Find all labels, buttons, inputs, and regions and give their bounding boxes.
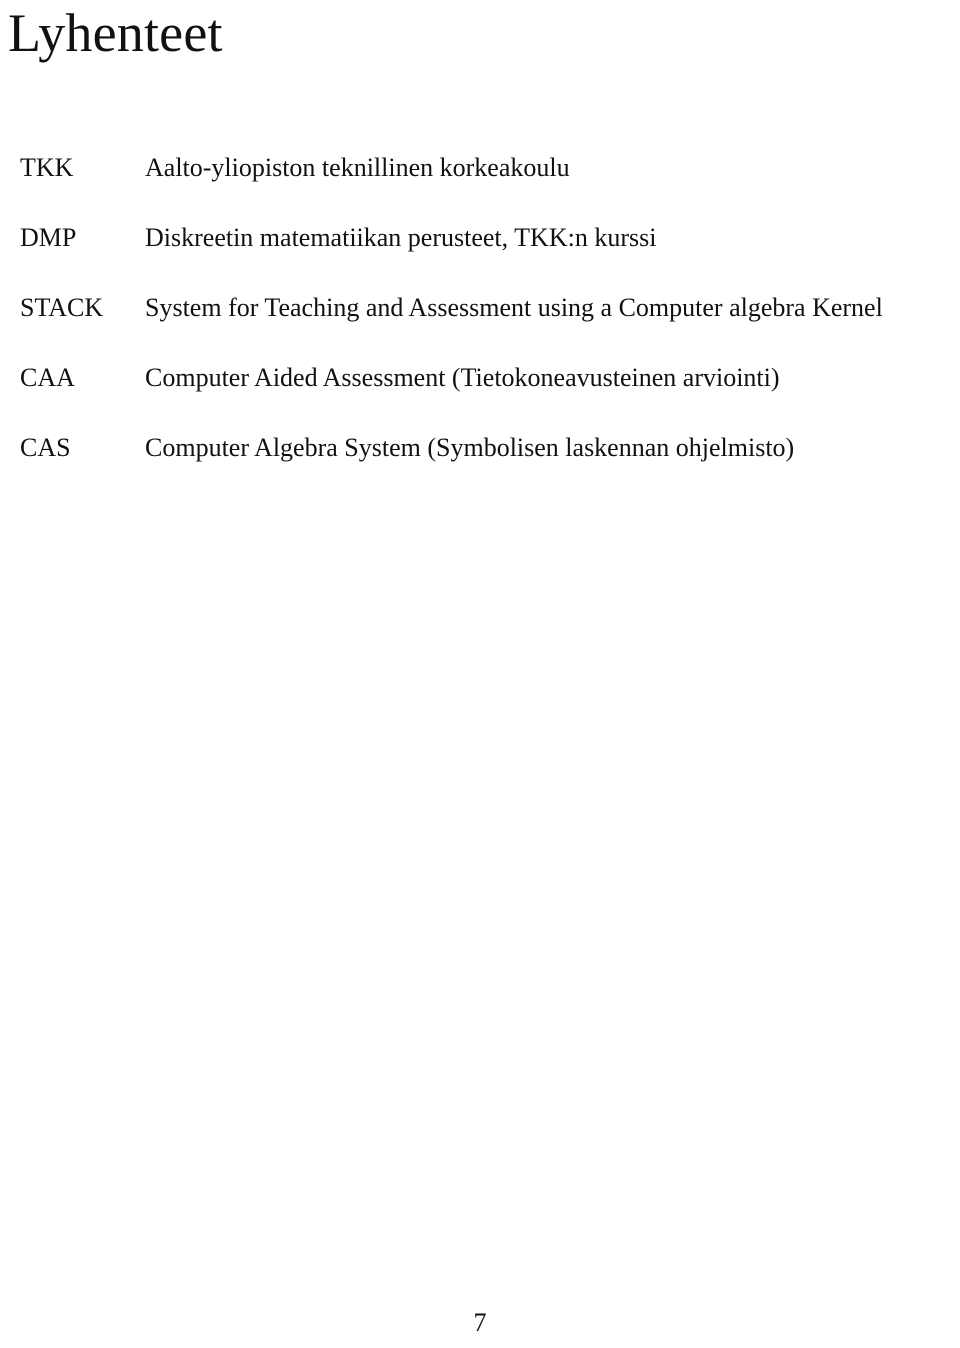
abbreviation-term: DMP (20, 223, 77, 252)
abbreviations-list: TKK Aalto-yliopiston teknillinen korkeak… (20, 150, 940, 500)
abbreviation-definition: System for Teaching and Assessment using… (145, 293, 883, 322)
abbreviation-definition: Diskreetin matematiikan perusteet, TKK:n… (145, 223, 657, 252)
list-item: CAA Computer Aided Assessment (Tietokone… (20, 360, 940, 396)
abbreviation-term: STACK (20, 293, 104, 322)
document-page: Lyhenteet TKK Aalto-yliopiston teknillin… (0, 0, 960, 1348)
abbreviation-definition: Aalto-yliopiston teknillinen korkeakoulu (145, 153, 570, 182)
abbreviation-term: TKK (20, 153, 74, 182)
page-number: 7 (473, 1308, 487, 1337)
list-item: STACK System for Teaching and Assessment… (20, 290, 940, 326)
list-item: DMP Diskreetin matematiikan perusteet, T… (20, 220, 940, 256)
abbreviation-definition: Computer Aided Assessment (Tietokoneavus… (145, 363, 780, 392)
list-item: TKK Aalto-yliopiston teknillinen korkeak… (20, 150, 940, 186)
abbreviation-term: CAA (20, 363, 75, 392)
abbreviation-definition: Computer Algebra System (Symbolisen lask… (145, 433, 795, 462)
abbreviation-term: CAS (20, 433, 71, 462)
list-item: CAS Computer Algebra System (Symbolisen … (20, 430, 940, 466)
page-title: Lyhenteet (8, 3, 223, 63)
